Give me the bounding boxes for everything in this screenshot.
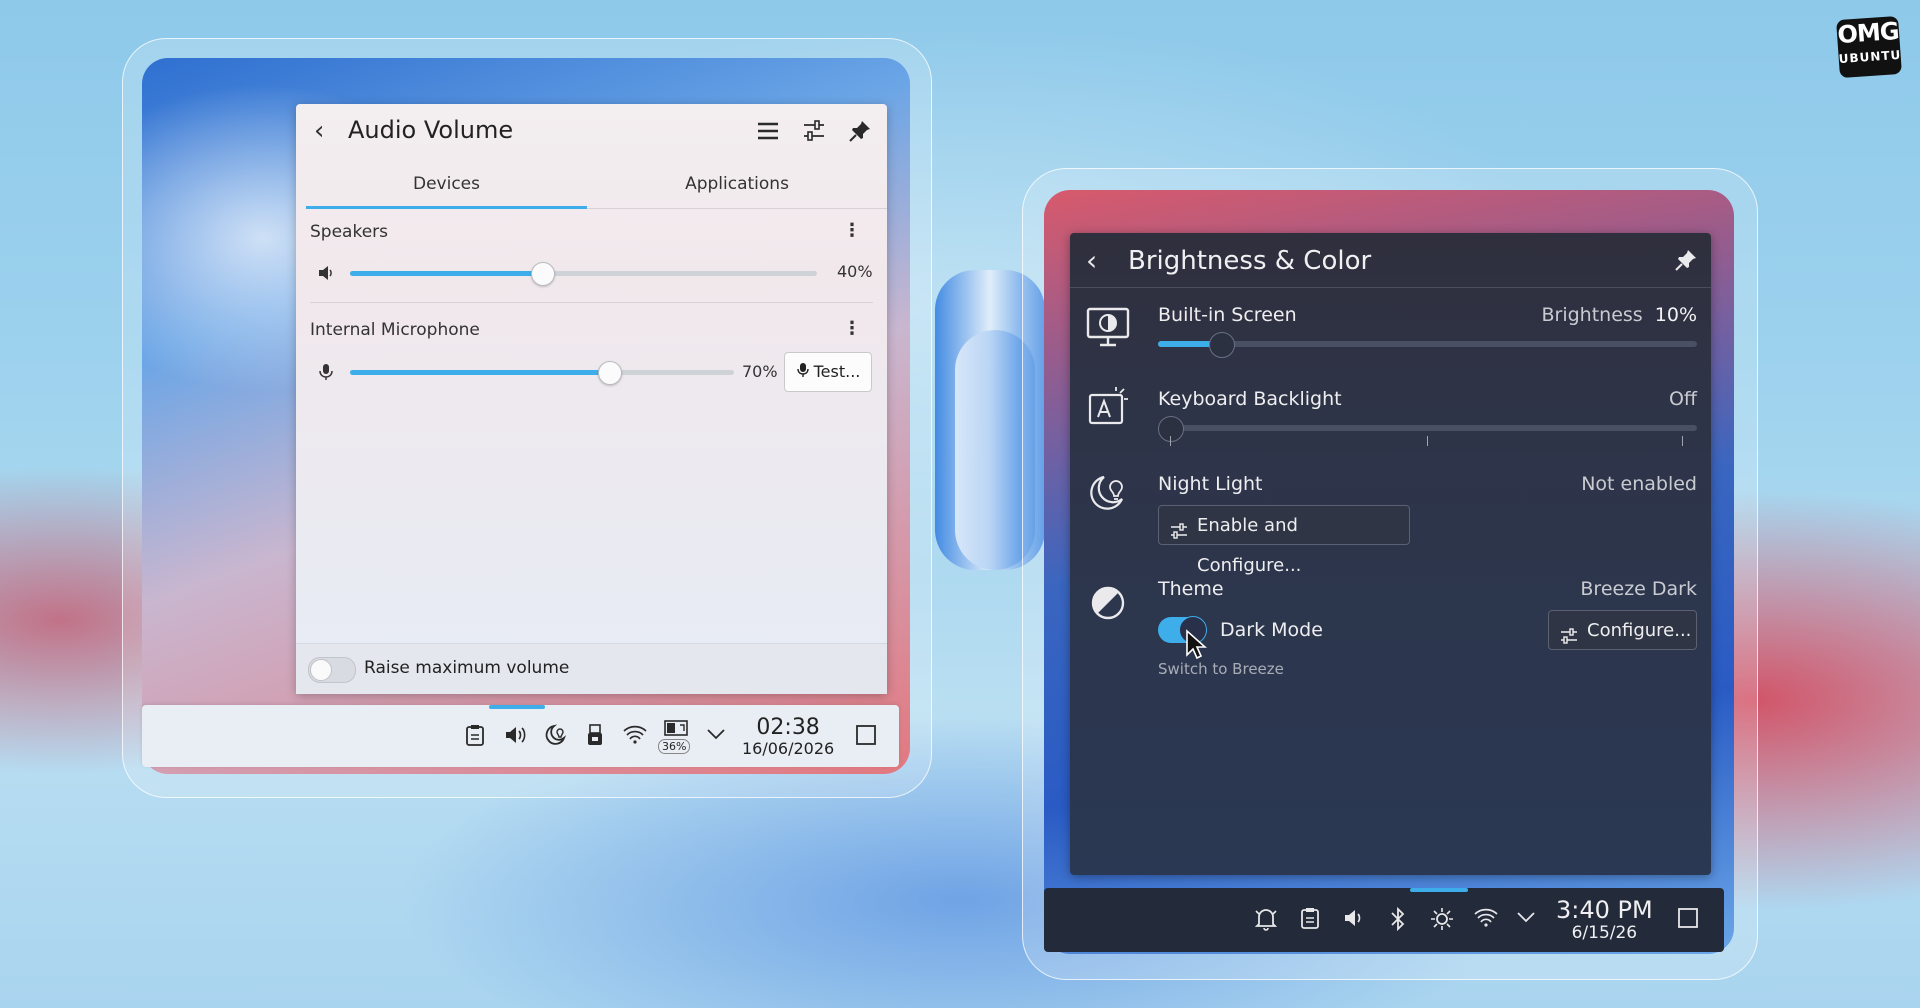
brightness-value: 10% <box>1654 304 1697 326</box>
clock-date: 6/15/26 <box>1571 923 1638 943</box>
night-light-value: Not enabled <box>1581 473 1697 495</box>
battery-icon[interactable]: 36% <box>658 717 694 757</box>
brightness-icon[interactable] <box>1428 906 1456 934</box>
expand-tray-icon[interactable] <box>1512 906 1540 934</box>
battery-percent-badge: 36% <box>658 739 691 754</box>
theme-value: Breeze Dark <box>1580 578 1697 600</box>
omg-ubuntu-logo: OMG UBUNTU <box>1836 15 1902 79</box>
clock-date: 16/06/2026 <box>742 739 835 758</box>
panel-title: Brightness & Color <box>1128 246 1372 276</box>
logo-line1: OMG <box>1836 16 1900 50</box>
show-desktop-icon[interactable] <box>1674 906 1702 934</box>
keyboard-backlight-slider[interactable] <box>1158 425 1697 431</box>
wifi-icon[interactable] <box>621 723 649 751</box>
monitor-icon <box>1086 305 1130 349</box>
expand-tray-icon[interactable] <box>702 723 730 751</box>
clock-time: 3:40 PM <box>1556 896 1653 924</box>
keyboard-backlight-slider-handle[interactable] <box>1158 416 1184 442</box>
test-button-label: Test... <box>813 362 861 381</box>
enable-configure-label: Enable and Configure... <box>1197 515 1302 576</box>
wifi-icon[interactable] <box>1472 906 1500 934</box>
theme-label: Theme <box>1158 578 1224 600</box>
dark-mode-label: Dark Mode <box>1220 619 1323 641</box>
divider <box>310 302 873 303</box>
keyboard-backlight-label: Keyboard Backlight <box>1158 388 1342 410</box>
audio-volume-panel: ‹ Audio Volume Devices Applications Spea… <box>296 104 887 694</box>
speakers-volume-slider[interactable] <box>350 271 817 276</box>
brightness-color-panel: ‹ Brightness & Color Built-in Screen Bri… <box>1070 233 1711 875</box>
raise-max-volume-label: Raise maximum volume <box>364 658 570 678</box>
built-in-screen-value: Brightness 10% <box>1542 304 1698 326</box>
microphone-icon[interactable] <box>316 362 336 382</box>
clock[interactable]: 3:40 PM 6/15/26 <box>1556 898 1653 944</box>
microphone-volume-value: 70% <box>742 362 778 381</box>
slider-tick <box>1427 436 1428 446</box>
enable-configure-button[interactable]: Enable and Configure... <box>1158 505 1410 576</box>
pin-icon[interactable] <box>847 118 873 144</box>
brightness-prefix: Brightness <box>1541 304 1643 326</box>
brightness-header: ‹ Brightness & Color <box>1070 233 1711 288</box>
keyboard-backlight-value: Off <box>1668 388 1697 410</box>
slider-tick <box>1682 436 1683 446</box>
speaker-icon[interactable] <box>316 263 336 283</box>
switch-to-breeze-hint: Switch to Breeze <box>1158 660 1284 678</box>
configure-icon <box>1169 516 1189 539</box>
brightness-slider-handle[interactable] <box>1209 332 1235 358</box>
clock[interactable]: 02:38 16/06/2026 <box>742 717 834 759</box>
logo-line2: UBUNTU <box>1838 47 1902 67</box>
show-desktop-icon[interactable] <box>852 723 880 751</box>
tab-devices[interactable]: Devices <box>306 162 587 209</box>
clock-time: 02:38 <box>756 715 820 740</box>
audio-footer: Raise maximum volume <box>296 643 887 694</box>
speakers-slider-handle[interactable] <box>531 262 555 286</box>
mouse-cursor-icon <box>1185 629 1208 661</box>
tab-applications[interactable]: Applications <box>587 162 887 208</box>
theme-icon <box>1086 581 1130 625</box>
microphone-slider-handle[interactable] <box>598 361 622 385</box>
microphone-icon <box>796 354 810 392</box>
slider-tick <box>1170 436 1171 446</box>
night-light-label: Night Light <box>1158 473 1263 495</box>
back-icon[interactable]: ‹ <box>314 116 324 146</box>
clipboard-icon[interactable] <box>461 723 489 751</box>
configure-label: Configure... <box>1587 620 1692 641</box>
active-indicator <box>489 705 545 709</box>
taskbar-right: 3:40 PM 6/15/26 <box>1044 888 1724 952</box>
clipboard-icon[interactable] <box>1296 906 1324 934</box>
settings-sliders-icon[interactable] <box>801 118 827 144</box>
bluetooth-icon[interactable] <box>1384 906 1412 934</box>
volume-icon[interactable] <box>501 723 529 751</box>
built-in-screen-label: Built-in Screen <box>1158 304 1297 326</box>
notifications-icon[interactable] <box>1252 906 1280 934</box>
raise-max-volume-toggle[interactable] <box>308 657 356 683</box>
keyboard-backlight-icon <box>1086 387 1130 431</box>
speakers-volume-value: 40% <box>837 262 873 281</box>
configure-icon <box>1559 621 1579 644</box>
audio-tabs: Devices Applications <box>306 162 887 209</box>
brightness-slider[interactable] <box>1158 341 1697 347</box>
taskbar-left: 36% 02:38 16/06/2026 <box>142 705 899 767</box>
test-microphone-button[interactable]: Test... <box>784 352 872 392</box>
panel-title: Audio Volume <box>348 116 514 144</box>
microphone-label: Internal Microphone <box>310 320 480 340</box>
volume-icon[interactable] <box>1340 906 1368 934</box>
speakers-label: Speakers <box>310 222 389 242</box>
night-light-icon <box>1086 471 1130 515</box>
back-icon[interactable]: ‹ <box>1086 244 1097 277</box>
speakers-menu-icon[interactable]: ⋮ <box>843 220 861 241</box>
night-light-icon[interactable] <box>541 723 569 751</box>
menu-icon[interactable] <box>755 118 781 144</box>
pin-icon[interactable] <box>1673 247 1699 273</box>
microphone-volume-slider[interactable] <box>350 370 734 375</box>
microphone-menu-icon[interactable]: ⋮ <box>843 318 861 339</box>
configure-theme-button[interactable]: Configure... <box>1548 610 1697 650</box>
usb-device-icon[interactable] <box>581 723 609 751</box>
audio-header: ‹ Audio Volume <box>296 104 887 156</box>
active-indicator <box>1410 888 1468 892</box>
